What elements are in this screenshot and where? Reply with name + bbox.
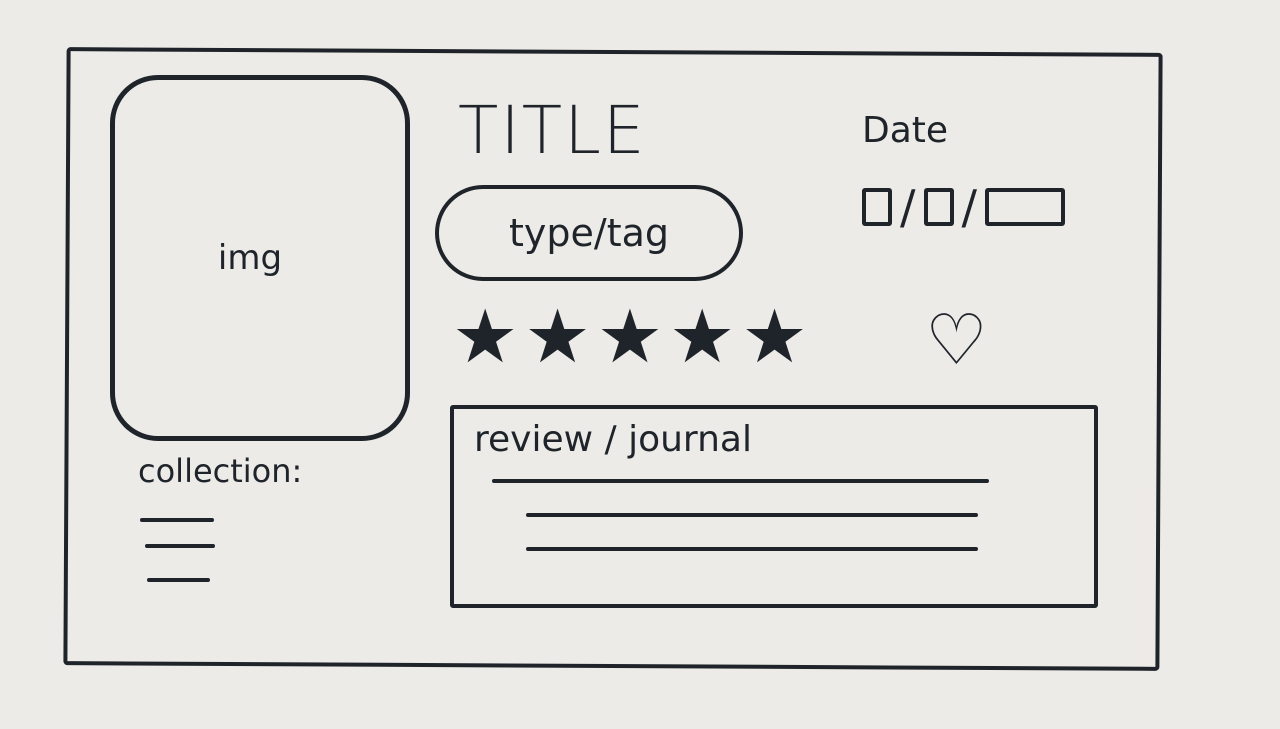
- heart-icon[interactable]: ♡: [925, 305, 988, 375]
- text-line: [492, 479, 989, 483]
- date-field[interactable]: / /: [862, 180, 1065, 234]
- star-icon[interactable]: ★: [452, 300, 518, 374]
- image-placeholder-label: img: [217, 238, 283, 278]
- day-box[interactable]: [862, 188, 892, 226]
- collection-item[interactable]: [140, 518, 214, 522]
- date-separator: /: [961, 180, 978, 234]
- review-box[interactable]: review / journal: [450, 405, 1098, 608]
- date-separator: /: [900, 180, 916, 234]
- month-box[interactable]: [923, 188, 954, 226]
- year-box[interactable]: [985, 188, 1065, 226]
- collection-item[interactable]: [145, 544, 215, 548]
- date-label: Date: [862, 110, 949, 151]
- text-line: [526, 547, 978, 551]
- collection-item[interactable]: [147, 578, 210, 582]
- star-icon[interactable]: ★: [524, 300, 590, 374]
- collection-label: collection:: [138, 452, 303, 490]
- star-icon[interactable]: ★: [597, 300, 663, 374]
- text-line: [526, 513, 978, 517]
- entry-title: TITLE: [458, 92, 647, 169]
- type-tag-badge[interactable]: type/tag: [435, 185, 743, 281]
- star-icon[interactable]: ★: [741, 300, 807, 374]
- tag-label: type/tag: [509, 211, 669, 255]
- cover-image[interactable]: img: [110, 75, 410, 441]
- review-label: review / journal: [474, 419, 752, 460]
- star-rating[interactable]: ★ ★ ★ ★ ★: [452, 300, 808, 374]
- star-icon[interactable]: ★: [669, 300, 735, 374]
